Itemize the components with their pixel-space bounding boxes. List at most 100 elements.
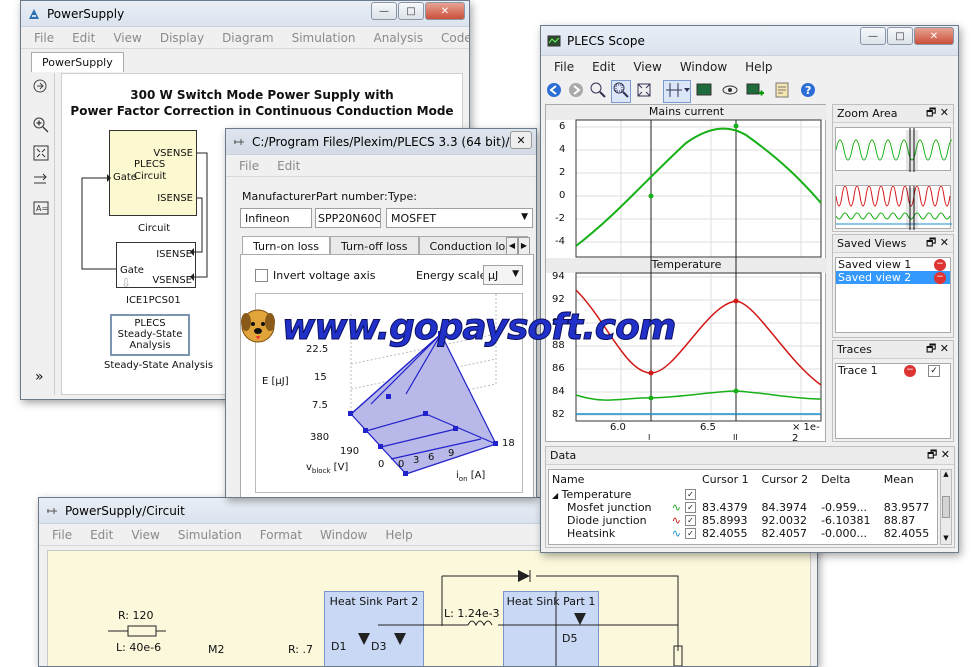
maximize-icon[interactable]: □: [398, 2, 424, 20]
cursor-tool-icon[interactable]: [663, 79, 691, 103]
zoom-icon[interactable]: [589, 81, 607, 102]
row-visible-checkbox[interactable]: ✓: [685, 502, 696, 513]
signal-arrows-icon[interactable]: [33, 173, 49, 190]
float-icon[interactable]: 🗗: [926, 342, 936, 355]
menu-simulation[interactable]: Simulation: [283, 31, 365, 45]
tab-turn-off-loss[interactable]: Turn-off loss: [329, 236, 419, 256]
menu-view[interactable]: View: [122, 528, 168, 542]
menu-analysis[interactable]: Analysis: [365, 31, 432, 45]
circuit-canvas[interactable]: R: 120 L: 40e-6 M2 R: .7 Heat Sink Part …: [47, 550, 811, 666]
collapse-icon[interactable]: ◢: [552, 491, 558, 500]
menu-file[interactable]: File: [230, 159, 268, 173]
float-icon[interactable]: 🗗: [926, 236, 936, 249]
table-group-row[interactable]: ◢ Temperature ✓: [549, 488, 937, 501]
close-icon[interactable]: ✕: [940, 236, 949, 249]
group-visible-checkbox[interactable]: ✓: [685, 489, 696, 500]
tab-powersupply[interactable]: PowerSupply: [31, 52, 124, 72]
menu-window[interactable]: Window: [311, 528, 376, 542]
menu-format[interactable]: Format: [251, 528, 311, 542]
col-cursor1[interactable]: Cursor 1: [699, 470, 759, 488]
table-row[interactable]: Diode junction ✓ ∿ 85.8993 92.0032 -6.1038…: [549, 514, 937, 527]
menu-edit[interactable]: Edit: [268, 159, 309, 173]
menu-edit[interactable]: Edit: [583, 60, 624, 74]
tab-scroll-left-icon[interactable]: ◀: [506, 237, 518, 255]
row-visible-checkbox[interactable]: ✓: [685, 528, 696, 539]
fit-to-window-icon[interactable]: [33, 145, 49, 164]
eye-icon[interactable]: [721, 81, 741, 102]
menu-file[interactable]: File: [25, 31, 63, 45]
i-tick-2: 3: [413, 455, 420, 466]
help-icon[interactable]: ?: [799, 81, 817, 102]
col-mean[interactable]: Mean: [881, 470, 937, 488]
properties-icon[interactable]: [773, 81, 791, 102]
menu-window[interactable]: Window: [671, 60, 736, 74]
menu-display[interactable]: Display: [151, 31, 213, 45]
menu-simulation[interactable]: Simulation: [169, 528, 251, 542]
side-toolbar: A= »: [25, 73, 55, 395]
arrow-right-circle-icon[interactable]: [33, 79, 47, 96]
maximize-icon[interactable]: □: [887, 27, 913, 45]
close-icon[interactable]: ✕: [940, 106, 949, 119]
tab-turn-on-loss[interactable]: Turn-on loss: [242, 236, 330, 256]
energy-scale-select[interactable]: µJ ▼: [483, 265, 523, 285]
menu-edit[interactable]: Edit: [81, 528, 122, 542]
zoom-rect-icon[interactable]: [611, 79, 631, 103]
screen-icon[interactable]: [695, 81, 713, 102]
zoom-preview-1[interactable]: [835, 127, 957, 172]
part-number-field[interactable]: SPP20N60C3: [315, 208, 381, 228]
menu-view[interactable]: View: [624, 60, 670, 74]
expand-toolbar-icon[interactable]: »: [35, 369, 44, 385]
zoom-preview-2[interactable]: [835, 185, 952, 230]
close-icon[interactable]: ✕: [914, 27, 954, 45]
cell-delta: -0.959...: [821, 501, 868, 514]
menu-code[interactable]: Code: [432, 31, 469, 45]
data-scrollbar[interactable]: ▲ ▼: [940, 469, 952, 545]
menu-diagram[interactable]: Diagram: [213, 31, 283, 45]
invert-voltage-checkbox[interactable]: [255, 269, 268, 282]
table-row[interactable]: Heatsink ✓ ∿ 82.4055 82.4057 -0.000... 82.…: [549, 527, 937, 540]
remove-icon[interactable]: −: [904, 365, 916, 377]
trace-item[interactable]: Trace 1 − ✓: [836, 364, 950, 378]
menu-help[interactable]: Help: [376, 528, 421, 542]
trace-visible-checkbox[interactable]: ✓: [928, 365, 940, 377]
z-tick-3: 7.5: [312, 400, 328, 411]
minimize-icon[interactable]: —: [860, 27, 886, 45]
float-icon[interactable]: 🗗: [927, 448, 937, 461]
editor-title-bar[interactable]: C:/Program Files/Plexim/PLECS 3.3 (64 bi…: [226, 129, 536, 155]
manufacturer-field[interactable]: Infineon: [240, 208, 312, 228]
saved-view-item[interactable]: Saved view 2 −: [836, 271, 950, 284]
annotation-icon[interactable]: A=: [33, 201, 49, 218]
scope-toolbar: ?: [545, 79, 955, 103]
menu-file[interactable]: File: [43, 528, 81, 542]
close-icon[interactable]: ✕: [425, 2, 465, 20]
remove-icon[interactable]: −: [934, 272, 946, 284]
col-delta[interactable]: Delta: [818, 470, 881, 488]
table-row[interactable]: Mosfet junction ✓ ∿ 83.4379 84.3974 -0.959…: [549, 501, 937, 514]
zoom-area-panel: Zoom Area 🗗 ✕: [832, 104, 957, 232]
tab-scroll-right-icon[interactable]: ▶: [518, 237, 530, 255]
remove-icon[interactable]: −: [934, 259, 946, 271]
back-icon[interactable]: [545, 81, 563, 102]
scroll-thumb[interactable]: [942, 496, 950, 518]
forward-icon[interactable]: [567, 81, 585, 102]
float-icon[interactable]: 🗗: [926, 106, 936, 119]
scroll-down-icon[interactable]: ▼: [941, 534, 951, 544]
minimize-icon[interactable]: —: [371, 2, 397, 20]
type-select[interactable]: MOSFET ▼: [386, 208, 533, 228]
saved-view-item[interactable]: Saved view 1 −: [836, 258, 950, 271]
col-name[interactable]: Name: [549, 470, 699, 488]
menu-edit[interactable]: Edit: [63, 31, 104, 45]
add-view-icon[interactable]: [745, 81, 765, 102]
scope-plot-area[interactable]: Mains current Temperature 6 4 2 0 -2 -4 …: [545, 104, 827, 444]
close-icon[interactable]: ✕: [510, 131, 532, 149]
menu-file[interactable]: File: [545, 60, 583, 74]
fit-view-icon[interactable]: [635, 81, 653, 102]
row-visible-checkbox[interactable]: ✓: [685, 515, 696, 526]
menu-view[interactable]: View: [104, 31, 150, 45]
scroll-up-icon[interactable]: ▲: [941, 470, 951, 480]
close-icon[interactable]: ✕: [941, 448, 950, 461]
close-icon[interactable]: ✕: [940, 342, 949, 355]
menu-help[interactable]: Help: [736, 60, 781, 74]
zoom-in-icon[interactable]: [33, 117, 49, 136]
col-cursor2[interactable]: Cursor 2: [759, 470, 819, 488]
